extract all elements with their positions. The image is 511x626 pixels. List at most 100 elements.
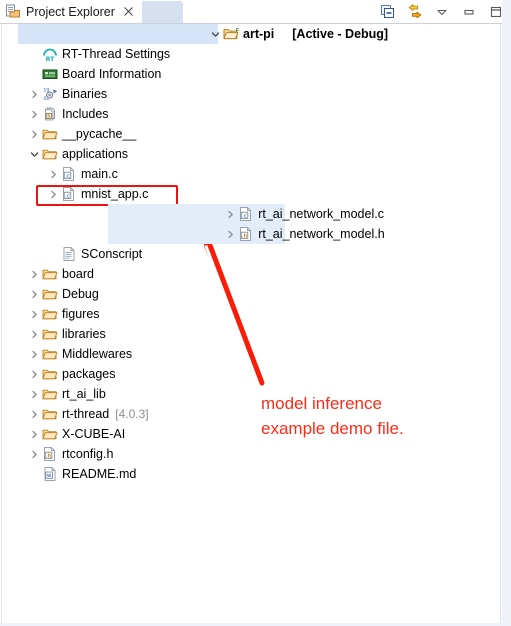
tree-item-label: figures	[62, 307, 100, 321]
tree-item-label: applications	[62, 147, 129, 161]
tree-item-label: rt_ai_lib	[62, 387, 106, 401]
close-icon[interactable]	[123, 6, 134, 19]
folder-icon	[42, 386, 58, 402]
twisty-placeholder	[29, 69, 40, 80]
tree-item-label: Includes	[62, 107, 109, 121]
chevron-down-icon[interactable]	[29, 149, 40, 160]
tree-row-pycache[interactable]: __pycache__	[2, 124, 500, 144]
tree-row-rt-ai-network-model-h[interactable]: .h rt_ai_network_model.h	[2, 224, 500, 244]
tree-item-label: Debug	[62, 287, 99, 301]
project-tree-panel[interactable]: c art-pi [Active - Debug] RT RT-Thread Setti…	[1, 24, 501, 624]
tree-item-label: rt_ai_network_model.c	[258, 207, 384, 221]
tree-item-label: rt_ai_network_model.h	[258, 227, 385, 241]
chevron-right-icon[interactable]	[29, 389, 40, 400]
panel-right-frame	[502, 0, 511, 626]
board-information-icon	[42, 66, 58, 82]
tree-item-label: __pycache__	[62, 127, 137, 141]
tree-row-applications[interactable]: applications	[2, 144, 500, 164]
chevron-right-icon[interactable]	[29, 449, 40, 460]
tree-item-meta: [4.0.3]	[115, 407, 149, 421]
tree-row-mnist-app-c[interactable]: .c mnist_app.c	[2, 184, 500, 204]
tree-row-board-information[interactable]: Board Information	[2, 64, 500, 84]
project-name-label: art-pi	[243, 27, 275, 41]
tree-row-rt-ai-lib[interactable]: rt_ai_lib	[2, 384, 500, 404]
tree-item-label: rt-thread	[62, 407, 110, 421]
tree-item-label: libraries	[62, 327, 106, 341]
markdown-file-icon: w	[42, 466, 58, 482]
tree-item-label: SConscript	[81, 247, 143, 261]
minimize-button[interactable]	[460, 3, 478, 21]
chevron-right-icon[interactable]	[29, 129, 40, 140]
tree-row-x-cube-ai[interactable]: X-CUBE-AI	[2, 424, 500, 444]
tree-row-rt-thread[interactable]: rt-thread [4.0.3]	[2, 404, 500, 424]
tree-row-libraries[interactable]: libraries	[2, 324, 500, 344]
tree-item-label: RT-Thread Settings	[62, 47, 171, 61]
tab-project-explorer[interactable]: Project Explorer	[0, 0, 142, 24]
tree-row-binaries[interactable]: 10 01 Binaries	[2, 84, 500, 104]
view-menu-button[interactable]	[433, 3, 451, 21]
project-explorer-view: Project Explorer c art-pi [Active - Debu…	[0, 0, 511, 626]
chevron-right-icon[interactable]	[29, 309, 40, 320]
tree-row-readme-md[interactable]: w README.md	[2, 464, 500, 484]
view-tab-bar: Project Explorer	[0, 0, 511, 24]
folder-icon	[42, 426, 58, 442]
svg-text:.h: .h	[242, 233, 248, 239]
tree-row-main-c[interactable]: .c main.c	[2, 164, 500, 184]
rt-thread-settings-icon: RT	[42, 46, 58, 62]
twisty-placeholder	[29, 49, 40, 60]
chevron-right-icon[interactable]	[29, 369, 40, 380]
chevron-right-icon[interactable]	[48, 169, 59, 180]
tree-row-middlewares[interactable]: Middlewares	[2, 344, 500, 364]
tree-row-project-root[interactable]: c art-pi [Active - Debug]	[2, 24, 500, 44]
folder-icon	[42, 346, 58, 362]
tree-row-includes[interactable]: h Includes	[2, 104, 500, 124]
selection-band	[18, 24, 218, 44]
tree-row-rt-ai-network-model-c[interactable]: .c rt_ai_network_model.c	[2, 204, 500, 224]
chevron-right-icon[interactable]	[29, 89, 40, 100]
svg-text:.c: .c	[242, 213, 247, 219]
svg-text:h: h	[47, 114, 50, 120]
folder-icon	[42, 366, 58, 382]
folder-open-icon	[42, 146, 58, 162]
chevron-right-icon[interactable]	[29, 269, 40, 280]
chevron-right-icon[interactable]	[29, 409, 40, 420]
chevron-right-icon[interactable]	[29, 429, 40, 440]
c-file-icon: .c	[61, 166, 77, 182]
chevron-right-icon[interactable]	[29, 289, 40, 300]
binaries-icon: 10 01	[42, 86, 58, 102]
h-file-icon: .h	[42, 446, 58, 462]
collapse-all-button[interactable]	[379, 3, 397, 21]
tab-trailing-shape	[135, 1, 183, 24]
chevron-right-icon[interactable]	[48, 189, 59, 200]
tree-row-packages[interactable]: packages	[2, 364, 500, 384]
svg-text:.c: .c	[65, 193, 70, 199]
includes-icon: h	[42, 106, 58, 122]
tree-row-rt-thread-settings[interactable]: RT RT-Thread Settings	[2, 44, 500, 64]
project-tree: c art-pi [Active - Debug] RT RT-Thread Setti…	[2, 24, 500, 484]
folder-icon	[42, 406, 58, 422]
chevron-right-icon[interactable]	[29, 109, 40, 120]
tree-row-rtconfig-h[interactable]: .h rtconfig.h	[2, 444, 500, 464]
view-toolbar	[379, 2, 505, 22]
folder-icon	[42, 126, 58, 142]
twisty-placeholder	[29, 469, 40, 480]
chevron-down-icon[interactable]	[210, 29, 221, 40]
tree-row-debug[interactable]: Debug	[2, 284, 500, 304]
chevron-right-icon[interactable]	[225, 209, 236, 220]
chevron-right-icon[interactable]	[225, 229, 236, 240]
project-icon: c	[223, 26, 239, 42]
chevron-right-icon[interactable]	[29, 329, 40, 340]
tree-item-label: Binaries	[62, 87, 108, 101]
link-with-editor-button[interactable]	[406, 3, 424, 21]
tree-row-sconscript[interactable]: SConscript	[2, 244, 500, 264]
tree-item-label: X-CUBE-AI	[62, 427, 126, 441]
tree-item-label: Board Information	[62, 67, 162, 81]
chevron-right-icon[interactable]	[29, 349, 40, 360]
tree-item-label: board	[62, 267, 94, 281]
tree-row-board[interactable]: board	[2, 264, 500, 284]
svg-text:.h: .h	[46, 453, 52, 459]
h-file-icon: .h	[238, 226, 254, 242]
tree-item-label: packages	[62, 367, 116, 381]
tree-row-figures[interactable]: figures	[2, 304, 500, 324]
tree-item-label: mnist_app.c	[81, 187, 149, 201]
